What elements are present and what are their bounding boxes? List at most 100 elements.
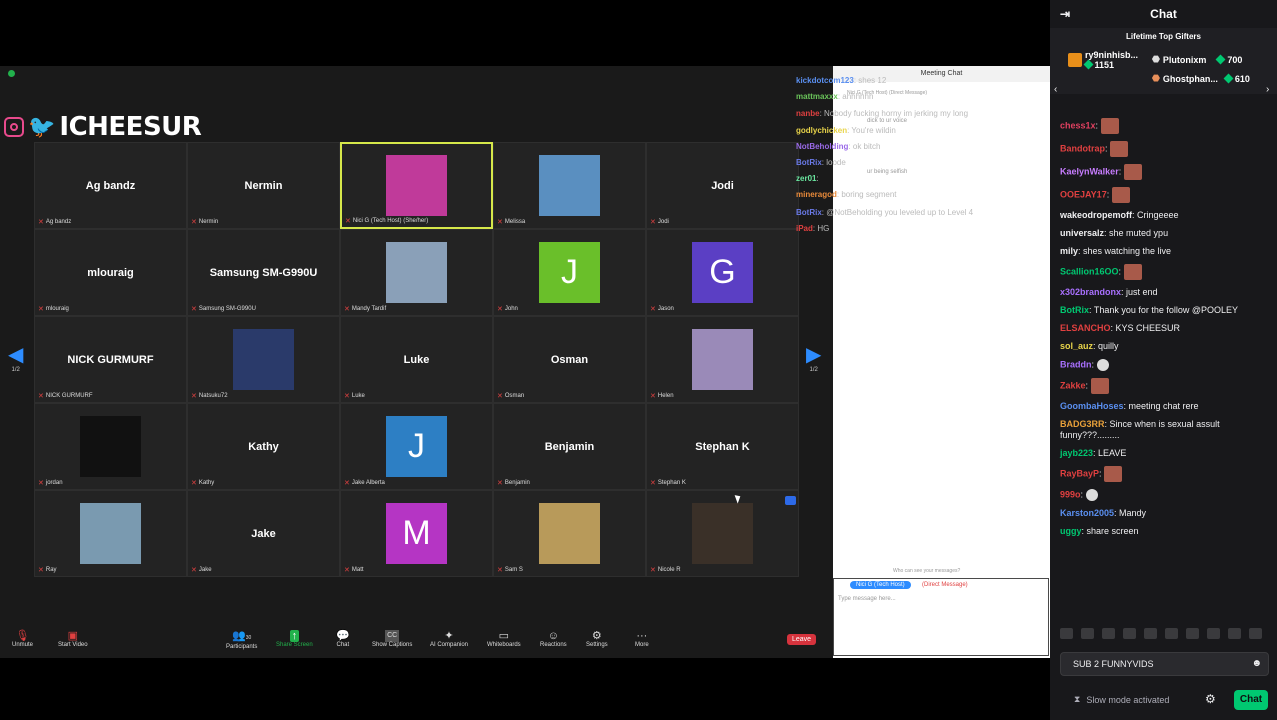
chat-username[interactable]: ELSANCHO xyxy=(1060,323,1111,333)
participant-tile[interactable]: ✕ Mandy Tardif xyxy=(340,229,493,316)
participant-tile[interactable]: ✕ jordan xyxy=(34,403,187,490)
more-button[interactable]: ··· More xyxy=(635,630,649,648)
emote-icon[interactable] xyxy=(1060,628,1073,639)
chat-username[interactable]: BotRix xyxy=(1060,305,1089,315)
recipient-chip[interactable]: Nici G (Tech Host) xyxy=(850,581,911,589)
leave-button[interactable]: Leave xyxy=(787,634,817,645)
participant-label: Jason xyxy=(657,306,674,312)
start-video-button[interactable]: ▣ Start Video xyxy=(58,630,88,648)
chevron-left-icon[interactable]: ‹ xyxy=(1054,84,1057,95)
chat-username[interactable]: 999o xyxy=(1060,489,1081,499)
gifter-2[interactable]: ⬣ Plutonixm 700 xyxy=(1152,54,1242,65)
chat-username[interactable]: Bandotrap xyxy=(1060,143,1105,153)
participant-tile[interactable]: J ✕ Jake Alberta xyxy=(340,403,493,490)
gear-icon: ⚙ xyxy=(591,630,602,642)
chat-input[interactable]: SUB 2 FUNNYVIDS ☻ xyxy=(1060,652,1269,676)
participant-tile[interactable]: Ag bandz ✕ Ag bandz xyxy=(34,142,187,229)
chat-username[interactable]: Braddn xyxy=(1060,359,1092,369)
chat-text: : meeting chat rere xyxy=(1123,401,1199,411)
chat-username[interactable]: wakeodropemoff xyxy=(1060,210,1132,220)
send-chat-button[interactable]: Chat xyxy=(1234,690,1268,710)
share-screen-button[interactable]: ↑ Share Screen xyxy=(276,630,313,648)
chat-username[interactable]: OOEJAY17 xyxy=(1060,189,1107,199)
participant-tile[interactable]: Kathy ✕ Kathy xyxy=(187,403,340,490)
whiteboards-button[interactable]: ▭ Whiteboards xyxy=(487,630,521,648)
gear-icon[interactable]: ⚙ xyxy=(1205,692,1216,706)
participant-tile[interactable]: ✕ Nici G (Tech Host) (She/her) xyxy=(340,142,493,229)
participant-tile[interactable]: J ✕ John xyxy=(493,229,646,316)
chat-button[interactable]: 💬 Chat xyxy=(336,630,350,648)
participant-tile[interactable]: Osman ✕ Osman xyxy=(493,316,646,403)
emote-icon[interactable] xyxy=(1123,628,1136,639)
participant-tile[interactable]: Jodi ✕ Jodi xyxy=(646,142,799,229)
participant-tile[interactable]: M ✕ Matt xyxy=(340,490,493,577)
show-captions-button[interactable]: CC Show Captions xyxy=(372,630,412,648)
participant-tile[interactable]: Luke ✕ Luke xyxy=(340,316,493,403)
chat-username[interactable]: uggy xyxy=(1060,526,1082,536)
gem-icon xyxy=(1223,73,1234,84)
chat-username[interactable]: x302brandonx xyxy=(1060,287,1121,297)
participant-tile[interactable]: ✕ Nicole R xyxy=(646,490,799,577)
settings-button[interactable]: ⚙ Settings xyxy=(586,630,608,648)
prev-page-button[interactable]: ◀ 1/2 xyxy=(8,342,23,373)
emote-icon[interactable] xyxy=(1228,628,1241,639)
participant-name-tag: ✕ Mandy Tardif xyxy=(344,305,386,313)
chat-message: OOEJAY17: xyxy=(1060,187,1270,203)
participant-tile[interactable]: Benjamin ✕ Benjamin xyxy=(493,403,646,490)
participant-tile[interactable]: ✕ Melissa xyxy=(493,142,646,229)
chat-username[interactable]: chess1x xyxy=(1060,120,1096,130)
next-page-button[interactable]: ▶ 1/2 xyxy=(806,342,821,373)
chat-username[interactable]: KaelynWalker xyxy=(1060,166,1119,176)
participant-tile[interactable]: G ✕ Jason xyxy=(646,229,799,316)
emote-icon[interactable] xyxy=(1102,628,1115,639)
participant-tile[interactable]: mlouraig ✕ mlouraig xyxy=(34,229,187,316)
participant-tile[interactable]: Jake ✕ Jake xyxy=(187,490,340,577)
participant-tile[interactable]: ✕ Helen xyxy=(646,316,799,403)
participant-grid: Ag bandz ✕ Ag bandz Nermin ✕ Nermin ✕ Nici G (T… xyxy=(34,142,800,578)
chat-text: : just end xyxy=(1121,287,1158,297)
gifter-3[interactable]: ⬣ Ghostphan... 610 xyxy=(1152,73,1250,84)
emote-icon[interactable] xyxy=(1081,628,1094,639)
emote-icon[interactable] xyxy=(1186,628,1199,639)
chat-username[interactable]: GoombaHoses xyxy=(1060,401,1124,411)
participant-tile[interactable]: ✕ Ray xyxy=(34,490,187,577)
emote-icon[interactable] xyxy=(1249,628,1262,639)
emoji-picker-icon[interactable]: ☻ xyxy=(1251,653,1262,675)
message-input[interactable]: Type message here... xyxy=(838,596,896,602)
participant-tile[interactable]: Nermin ✕ Nermin xyxy=(187,142,340,229)
participant-tile[interactable]: Stephan K ✕ Stephan K xyxy=(646,403,799,490)
page-indicator: 1/2 xyxy=(809,367,818,373)
start-video-label: Start Video xyxy=(58,642,88,648)
chat-username[interactable]: universalz xyxy=(1060,228,1104,238)
chat-username[interactable]: RayBayP xyxy=(1060,468,1099,478)
overlay-chat-user: kickdotcom123 xyxy=(796,76,854,85)
chat-text: : Mandy xyxy=(1114,508,1147,518)
participant-display-name: Jodi xyxy=(711,179,734,192)
participant-tile[interactable]: Samsung SM-G990U ✕ Samsung SM-G990U xyxy=(187,229,340,316)
chevron-right-icon[interactable]: › xyxy=(1266,84,1269,95)
chat-username[interactable]: Zakke xyxy=(1060,380,1086,390)
participant-label: Ag bandz xyxy=(45,219,72,225)
gifters-title: Lifetime Top Gifters xyxy=(1126,32,1201,41)
participant-tile[interactable]: ✕ Sam S xyxy=(493,490,646,577)
chat-text: : LEAVE xyxy=(1093,448,1127,458)
chat-username[interactable]: Scallion16OO xyxy=(1060,266,1119,276)
emote-icon[interactable] xyxy=(1144,628,1157,639)
participants-button[interactable]: 👥30 Participants xyxy=(226,630,257,650)
who-can-see-link[interactable]: Who can see your messages? xyxy=(893,568,960,574)
chat-username[interactable]: Karston2005 xyxy=(1060,508,1114,518)
participant-tile[interactable]: NICK GURMURF ✕ NICK GURMURF xyxy=(34,316,187,403)
participant-tile[interactable]: ✕ Natsuku72 xyxy=(187,316,340,403)
emote-icon[interactable] xyxy=(1207,628,1220,639)
ai-companion-button[interactable]: ✦ AI Companion xyxy=(430,630,468,648)
chat-username[interactable]: sol_auz xyxy=(1060,341,1093,351)
chat-text: : xyxy=(1106,189,1110,200)
emote-icon[interactable] xyxy=(1165,628,1178,639)
gifter-1[interactable]: ry9ninhisb... 1151 xyxy=(1068,50,1138,70)
chat-username[interactable]: jayb223 xyxy=(1060,448,1093,458)
reactions-button[interactable]: ☺ Reactions xyxy=(540,630,567,648)
chat-username[interactable]: mily xyxy=(1060,246,1078,256)
collapse-icon[interactable]: ⇥ xyxy=(1060,7,1070,21)
chat-username[interactable]: BADG3RR xyxy=(1060,419,1105,429)
unmute-button[interactable]: 🎙 Unmute xyxy=(12,630,33,648)
